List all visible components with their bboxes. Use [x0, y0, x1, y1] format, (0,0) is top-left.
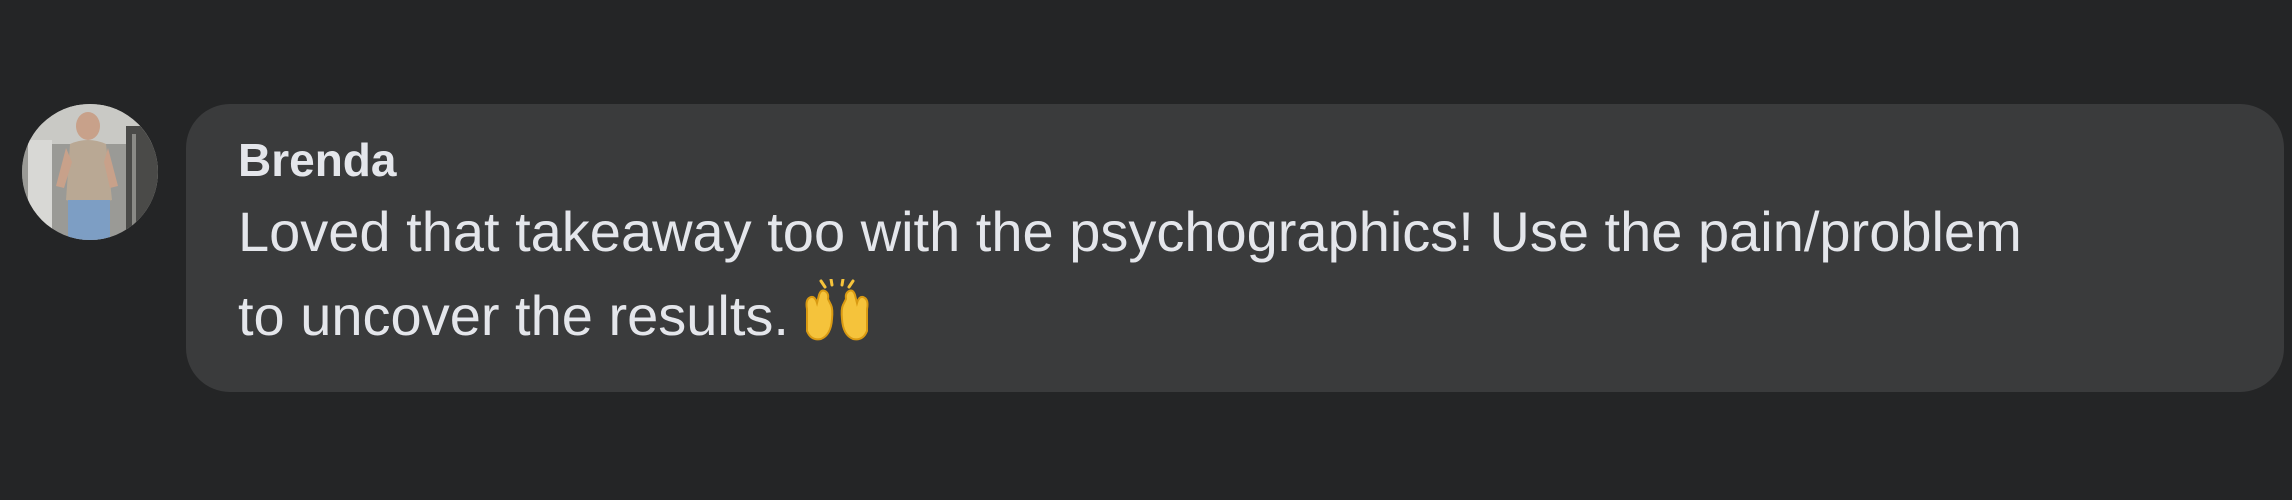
comment-bubble: Brenda Loved that takeaway too with the … [186, 104, 2284, 392]
comment-author[interactable]: Brenda [238, 132, 2236, 188]
comment-text-wrap: Loved that takeaway too with the psychog… [238, 190, 2038, 358]
avatar[interactable] [22, 104, 158, 240]
comment-item: Brenda Loved that takeaway too with the … [0, 0, 2292, 500]
raising-hands-emoji-icon [799, 279, 875, 343]
avatar-photo [22, 104, 158, 240]
comment-text: Loved that takeaway too with the psychog… [238, 200, 2022, 347]
